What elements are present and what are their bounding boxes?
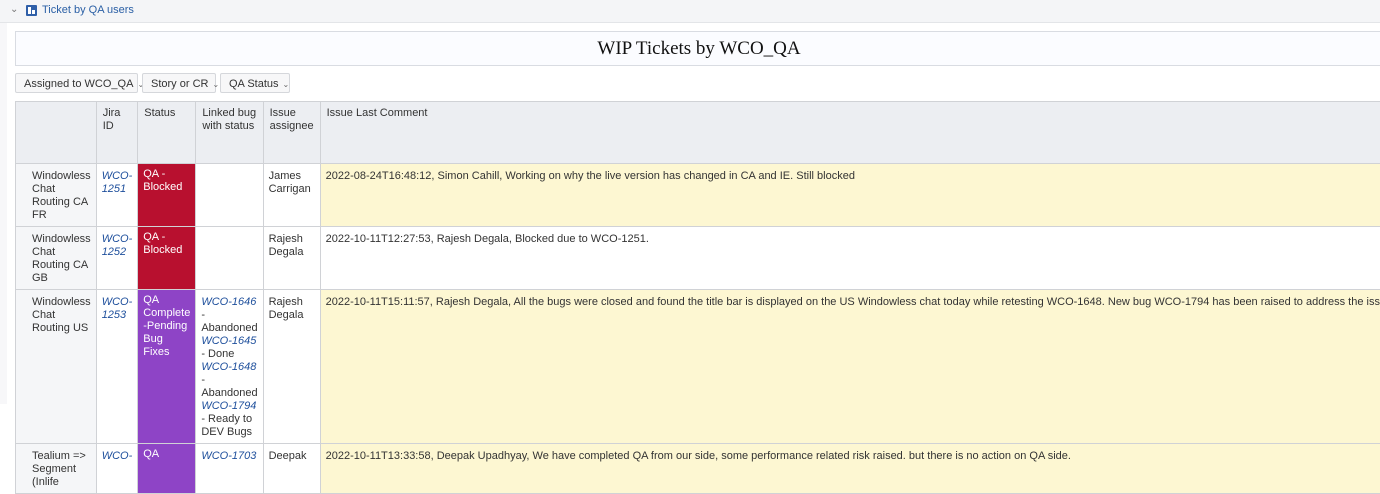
status-badge: QA	[138, 444, 196, 494]
assignee: Rajesh Degala	[263, 290, 320, 444]
chevron-down-icon: ⌄	[283, 80, 290, 89]
linked-bugs	[196, 227, 263, 290]
linked-bugs	[196, 164, 263, 227]
jira-link[interactable]: WCO-1253	[96, 290, 138, 444]
header-assignee[interactable]: Issue assignee	[263, 102, 320, 164]
bug-status: - Abandoned	[201, 309, 257, 334]
status-badge: QA - Blocked	[138, 227, 196, 290]
linked-bugs: WCO-1703	[196, 444, 263, 494]
bug-link[interactable]: WCO-1703	[201, 450, 256, 462]
status-badge: QA Complete -Pending Bug Fixes	[138, 290, 196, 444]
table-row: Windowless Chat Routing US WCO-1253 QA C…	[16, 290, 1380, 444]
header-status[interactable]: Status	[138, 102, 196, 164]
jira-link[interactable]: WCO-1251	[96, 164, 138, 227]
row-name: Windowless Chat Routing CA FR	[16, 164, 97, 227]
report-title: WIP Tickets by WCO_QA	[16, 38, 1380, 60]
last-comment: 2022-10-11T15:11:57, Rajesh Degala, All …	[320, 290, 1380, 444]
bug-link[interactable]: WCO-1794	[201, 400, 256, 412]
header-linked-bug[interactable]: Linked bug with status	[196, 102, 263, 164]
assignee: James Carrigan	[263, 164, 320, 227]
header-jira-id[interactable]: Jira ID	[96, 102, 138, 164]
linked-bugs: WCO-1646 - Abandoned WCO-1645 - Done WCO…	[196, 290, 263, 444]
filter-story-or-cr[interactable]: Story or CR ⌄	[142, 73, 216, 93]
gadget-header: ⌄ Ticket by QA users	[0, 0, 1380, 23]
chart-gadget-icon	[26, 5, 37, 16]
header-name	[16, 102, 97, 164]
table-row: Windowless Chat Routing CA GB WCO-1252 Q…	[16, 227, 1380, 290]
bug-link[interactable]: WCO-1645	[201, 335, 256, 347]
assignee: Deepak	[263, 444, 320, 494]
table-row: Windowless Chat Routing CA FR WCO-1251 Q…	[16, 164, 1380, 227]
chevron-down-icon[interactable]: ⌄	[10, 4, 18, 15]
last-comment: 2022-10-11T13:33:58, Deepak Upadhyay, We…	[320, 444, 1380, 494]
tickets-table: Jira ID Status Linked bug with status Is…	[15, 101, 1380, 494]
filter-label: QA Status	[229, 78, 279, 90]
row-name: Windowless Chat Routing CA GB	[16, 227, 97, 290]
bug-status: - Ready to DEV Bugs	[201, 413, 252, 438]
gadget-title[interactable]: Ticket by QA users	[42, 4, 134, 16]
status-badge: QA - Blocked	[138, 164, 196, 227]
jira-link[interactable]: WCO-1252	[96, 227, 138, 290]
assignee: Rajesh Degala	[263, 227, 320, 290]
chevron-down-icon: ⌄	[212, 80, 219, 89]
jira-link[interactable]: WCO-	[96, 444, 138, 494]
report-header: WIP Tickets by WCO_QA	[15, 31, 1380, 66]
filter-label: Story or CR	[151, 78, 208, 90]
panel-gutter	[0, 23, 7, 404]
filter-assigned[interactable]: Assigned to WCO_QA⌄	[15, 73, 138, 93]
row-name: Windowless Chat Routing US	[16, 290, 97, 444]
bug-status: - Abandoned	[201, 374, 257, 399]
filter-label: Assigned to WCO_QA	[24, 78, 133, 90]
bug-status: - Done	[201, 348, 234, 360]
last-comment: 2022-08-24T16:48:12, Simon Cahill, Worki…	[320, 164, 1380, 227]
header-comment[interactable]: Issue Last Comment	[320, 102, 1380, 164]
bug-link[interactable]: WCO-1646	[201, 296, 256, 308]
row-name: Tealium => Segment (Inlife	[16, 444, 97, 494]
last-comment: 2022-10-11T12:27:53, Rajesh Degala, Bloc…	[320, 227, 1380, 290]
table-row: Tealium => Segment (Inlife WCO- QA WCO-1…	[16, 444, 1380, 494]
table-header-row: Jira ID Status Linked bug with status Is…	[16, 102, 1380, 164]
filter-qa-status[interactable]: QA Status ⌄	[220, 73, 290, 93]
bug-link[interactable]: WCO-1648	[201, 361, 256, 373]
